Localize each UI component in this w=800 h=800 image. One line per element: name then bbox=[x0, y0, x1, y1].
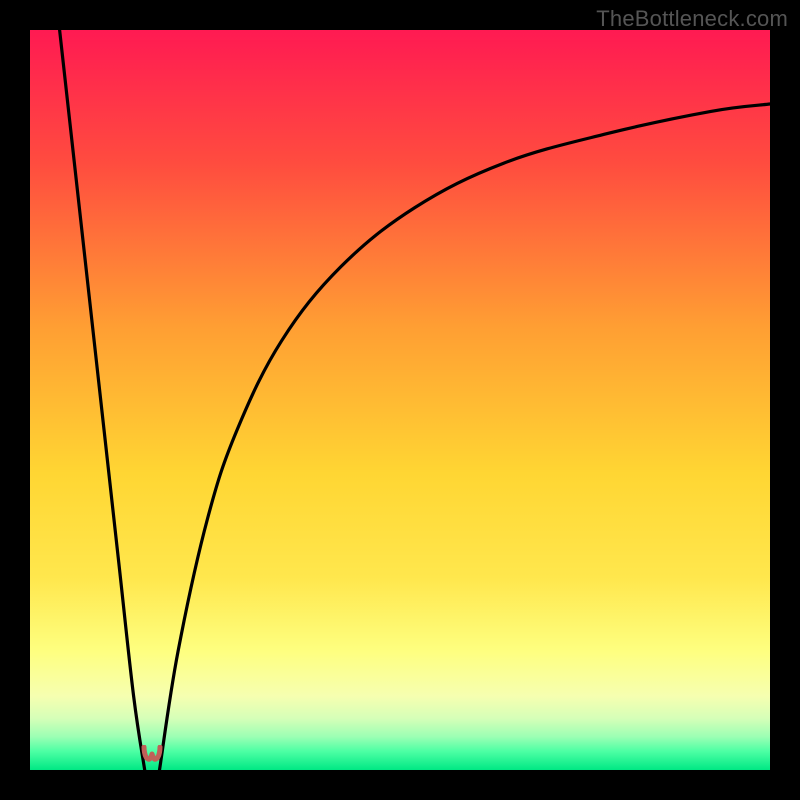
plot-frame bbox=[30, 30, 770, 770]
background-gradient bbox=[30, 30, 770, 770]
attribution-label: TheBottleneck.com bbox=[596, 6, 788, 32]
